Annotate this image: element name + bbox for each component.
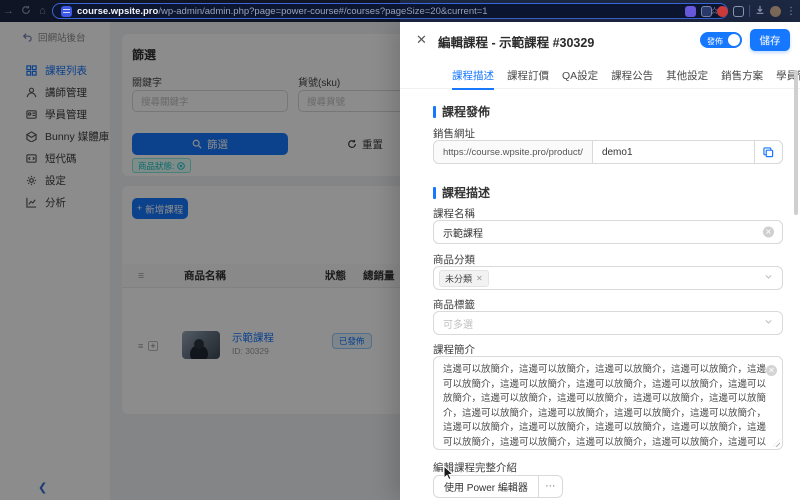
edit-course-drawer: ✕ 編輯課程 - 示範課程 #30329 發佈 儲存 課程描述 課程訂價 QA設… (400, 22, 800, 500)
extension-icon-dark[interactable] (701, 6, 712, 17)
admin-page: 回網站後台 課程列表 講師管理 學員管理 Bunny 媒體庫 短代碼 (0, 22, 800, 500)
tags-select[interactable]: 可多選 (433, 311, 783, 335)
tab-sales-plan[interactable]: 銷售方案 (721, 62, 763, 89)
tab-group-icon (61, 6, 72, 17)
close-icon[interactable]: ✕ (416, 32, 427, 48)
screenshot-root: ← → ⌂ course.wpsite.pro /wp-admin/admin.… (0, 0, 800, 500)
remove-tag-icon[interactable]: ✕ (476, 274, 483, 283)
publish-toggle[interactable]: 發佈 (700, 32, 742, 48)
editor-more-button[interactable]: ⋯ (539, 475, 563, 498)
drawer-scrollbar[interactable] (794, 70, 798, 215)
sales-url-input-group: https://course.wpsite.pro/product/ demo1 (433, 140, 783, 164)
clear-textarea-icon[interactable]: ✕ (766, 365, 777, 376)
tab-course-pricing[interactable]: 課程訂價 (507, 62, 549, 89)
section-title-publish: 課程發佈 (433, 103, 490, 120)
intro-label: 課程簡介 (433, 342, 475, 357)
url-path: /wp-admin/admin.php?page=power-course#/c… (158, 6, 704, 17)
extension-icon-purple[interactable] (685, 6, 696, 17)
toggle-knob (728, 34, 740, 46)
url-host: course.wpsite.pro (77, 6, 158, 17)
browser-profile-avatar[interactable] (770, 6, 781, 17)
copy-icon (763, 147, 774, 158)
modal-dim-overlay[interactable] (0, 22, 400, 500)
browser-toolbar: ← → ⌂ course.wpsite.pro /wp-admin/admin.… (0, 0, 800, 22)
category-label: 商品分類 (433, 252, 475, 267)
drawer-tabs: 課程描述 課程訂價 QA設定 課程公告 其他設定 銷售方案 學員管理 (400, 62, 800, 89)
browser-extensions-area: ⋮ (685, 0, 796, 22)
resize-handle[interactable] (772, 439, 780, 447)
download-icon[interactable] (755, 5, 765, 18)
category-select[interactable]: 未分類 ✕ (433, 266, 783, 290)
sales-url-input[interactable]: demo1 (593, 147, 754, 158)
mouse-cursor (443, 465, 455, 481)
section-title-description: 課程描述 (433, 184, 490, 201)
browser-menu-icon[interactable]: ⋮ (786, 6, 796, 17)
extensions-puzzle-icon[interactable] (733, 6, 744, 17)
tags-label: 商品標籤 (433, 297, 475, 312)
extension-icon-red[interactable] (717, 6, 728, 17)
course-name-input[interactable]: 示範課程 ✕ (433, 220, 783, 244)
tab-course-description[interactable]: 課程描述 (452, 62, 494, 89)
course-name-label: 課程名稱 (433, 206, 475, 221)
clear-input-icon[interactable]: ✕ (763, 227, 774, 238)
chevron-down-icon (764, 317, 773, 329)
intro-textarea[interactable]: 這邊可以放簡介，這邊可以放簡介，這邊可以放簡介，這邊可以放簡介，這邊可以放簡介，… (433, 356, 783, 450)
drawer-title: 編輯課程 - 示範課程 #30329 (438, 32, 594, 51)
sales-url-prefix: https://course.wpsite.pro/product/ (434, 141, 593, 163)
tab-other-settings[interactable]: 其他設定 (666, 62, 708, 89)
copy-url-button[interactable] (754, 141, 782, 163)
category-tag: 未分類 ✕ (439, 270, 489, 287)
publish-toggle-label: 發佈 (707, 36, 723, 47)
save-button[interactable]: 儲存 (750, 29, 790, 51)
tab-qa-settings[interactable]: QA設定 (562, 62, 598, 89)
address-bar[interactable]: course.wpsite.pro /wp-admin/admin.php?pa… (52, 3, 728, 19)
chevron-down-icon (764, 272, 773, 284)
sales-url-label: 銷售網址 (433, 126, 475, 141)
tab-course-announcement[interactable]: 課程公告 (611, 62, 653, 89)
toolbar-divider (749, 5, 750, 17)
